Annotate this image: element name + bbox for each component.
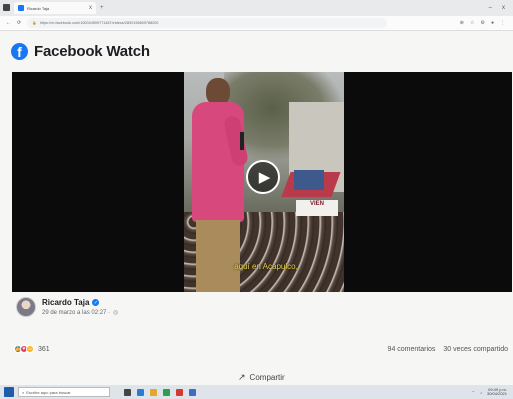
browser-toolbar: ← ⟳ 🔒 https://m.facebook.com/10004459977… [0,16,513,31]
share-icon: ↗ [238,372,246,382]
screen: Ricardo Taja x + – x ← ⟳ 🔒 https://m.fac… [0,0,513,399]
author-info: Ricardo Taja ✓ 29 de marzo a las 02:27 ·… [42,298,118,316]
browser-tabbar: Ricardo Taja x + – x [0,0,513,16]
comments-count[interactable]: 94 comentarios [388,346,436,353]
post-date[interactable]: 29 de marzo a las 02:27 · [42,310,110,316]
play-icon: ▶ [258,169,271,186]
folder-icon[interactable] [150,388,157,396]
clock-date: 30/04/2021 [486,391,507,396]
more-menu-icon[interactable]: ⋮ [500,20,505,26]
speaker-pants [196,220,240,292]
globe-icon: ◎ [113,310,119,316]
taskbar-search-placeholder: Escribe aquí para buscar [26,389,71,395]
facebook-logo-letter: f [17,43,22,60]
comment-share-counts: 94 comentarios 30 veces compartido [388,346,508,353]
post-stats: 👍 ♥ ☺ 361 94 comentarios 30 veces compar… [14,345,512,353]
extensions-icon[interactable]: ⚙ [480,20,484,26]
browser-tools: ⊕ ☆ ⚙ ● ⋮ [460,20,505,26]
post-author: Ricardo Taja ✓ 29 de marzo a las 02:27 ·… [16,297,118,317]
back-icon[interactable]: ← [6,20,11,26]
window-menu-icon[interactable] [3,4,10,11]
start-button[interactable] [4,387,14,397]
lock-icon: 🔒 [32,21,37,25]
banner-sign: VIEN [296,200,338,216]
reload-icon[interactable]: ⟳ [17,20,21,26]
taskbar-search[interactable]: ⌕ Escribe aquí para buscar [18,387,110,397]
store-icon[interactable] [163,388,170,396]
watch-header: f Facebook Watch [11,40,150,62]
zoom-icon[interactable]: ⊕ [460,20,464,26]
taskbar-apps [124,388,196,396]
page-title: Facebook Watch [34,42,150,60]
edge-icon[interactable] [137,388,144,396]
close-window-button[interactable]: x [502,5,505,11]
play-button[interactable]: ▶ [246,160,280,194]
window-controls: – x [489,5,505,11]
address-bar[interactable]: 🔒 https://m.facebook.com/100044599771487… [27,18,388,28]
task-view-icon[interactable] [124,388,131,396]
url-text: https://m.facebook.com/100044599771487/v… [39,21,159,25]
network-icon[interactable]: ⌃ [472,390,475,395]
reaction-count[interactable]: 361 [38,346,50,353]
minimize-button[interactable]: – [489,5,492,11]
profile-icon[interactable]: ● [491,20,494,26]
word-icon[interactable] [189,388,196,396]
clock[interactable]: 09:49 p.m. 30/04/2021 [487,388,507,396]
haha-reaction-icon: ☺ [26,345,34,353]
facebook-logo-icon[interactable]: f [11,42,28,60]
star-icon[interactable]: ☆ [470,20,474,26]
post-date-row: 29 de marzo a las 02:27 · ◎ [42,309,119,317]
tab-title: Ricardo Taja [27,5,50,11]
browser-tab[interactable]: Ricardo Taja x [14,2,96,14]
avatar[interactable] [16,297,36,317]
new-tab-button[interactable]: + [100,5,104,11]
blue-tent [294,170,324,190]
author-name[interactable]: Ricardo Taja [42,298,89,307]
author-name-row: Ricardo Taja ✓ [42,298,118,307]
shares-count[interactable]: 30 veces compartido [443,346,508,353]
volume-icon[interactable]: ♪ [480,390,482,395]
microphone [240,132,244,150]
share-button[interactable]: ↗ Compartir [238,372,285,383]
facebook-favicon-icon [18,5,24,11]
system-tray: ⌃ ♪ 09:49 p.m. 30/04/2021 [472,388,507,396]
video-player[interactable]: VIEN ▶ aquí en Acapulco, [12,72,512,292]
video-subtitle: aquí en Acapulco, [234,262,298,271]
reactions[interactable]: 👍 ♥ ☺ 361 [14,345,50,353]
chrome-icon[interactable] [176,388,183,396]
windows-taskbar: ⌕ Escribe aquí para buscar ⌃ ♪ 09:49 p.m… [0,385,513,399]
search-icon: ⌕ [22,389,25,395]
share-label: Compartir [249,373,285,382]
tab-close-icon[interactable]: x [89,5,92,11]
verified-badge-icon: ✓ [92,299,100,306]
